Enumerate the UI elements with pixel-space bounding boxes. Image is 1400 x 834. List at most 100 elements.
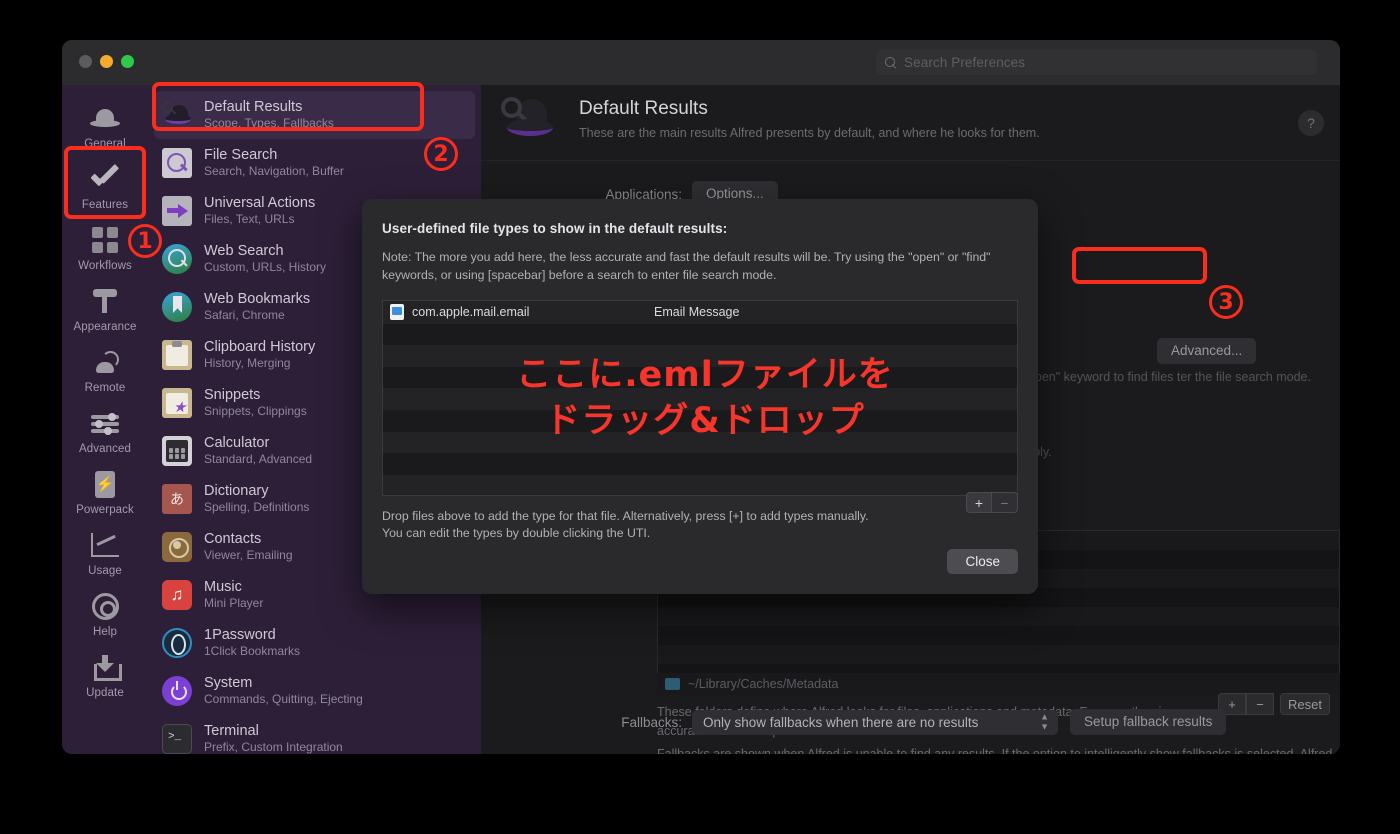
feature-title: 1Password — [204, 627, 276, 644]
remove-uti-button[interactable]: − — [992, 492, 1018, 513]
remote-wave-icon — [85, 345, 125, 379]
lifebuoy-icon — [85, 589, 125, 623]
dialog-footer-help-text: Drop files above to add the type for tha… — [382, 508, 869, 541]
help-icon[interactable]: ? — [1298, 110, 1324, 136]
feature-title: Terminal — [204, 723, 259, 740]
table-row[interactable] — [383, 453, 1017, 475]
calculator-icon — [162, 436, 192, 466]
title-bar: Search Preferences — [62, 40, 1340, 85]
table-row[interactable]: com.apple.mail.email Email Message — [383, 300, 1017, 324]
feature-item-terminal[interactable]: Terminal Prefix, Custom Integration — [148, 715, 481, 754]
traffic-lights — [79, 55, 134, 68]
fallbacks-select[interactable]: Only show fallbacks when there are no re… — [692, 709, 1058, 735]
feature-title: Universal Actions — [204, 195, 316, 212]
setup-fallback-results-button[interactable]: Setup fallback results — [1070, 709, 1227, 736]
sidebar-item-label: Help — [92, 626, 118, 638]
uti-toolbar: + − — [966, 492, 1018, 513]
terminal-icon — [162, 724, 192, 754]
feature-subtitle: Safari, Chrome — [204, 307, 285, 322]
1password-icon — [162, 628, 192, 658]
sidebar-item-help[interactable]: Help — [62, 589, 148, 638]
battery-bolt-icon — [85, 467, 125, 501]
music-icon — [162, 580, 192, 610]
annotation-box-advanced — [1072, 247, 1207, 284]
minimize-window-button[interactable] — [100, 55, 113, 68]
dialog-title: User-defined file types to show in the d… — [382, 221, 728, 236]
close-dialog-button[interactable]: Close — [947, 549, 1018, 574]
feature-subtitle: Snippets, Clippings — [204, 403, 307, 418]
sidebar-item-general[interactable]: General — [62, 101, 148, 150]
sidebar-item-label: Workflows — [78, 260, 132, 272]
universal-action-icon — [162, 196, 192, 226]
table-row[interactable] — [383, 323, 1017, 346]
sidebar-item-usage[interactable]: Usage — [62, 528, 148, 577]
document-search-icon — [162, 148, 192, 178]
feature-title: Web Search — [204, 243, 284, 260]
dialog-note: Note: The more you add here, the less ac… — [382, 250, 991, 282]
clipboard-icon — [162, 340, 192, 370]
feature-subtitle: Spelling, Definitions — [204, 499, 310, 514]
feature-item-1password[interactable]: 1Password 1Click Bookmarks — [148, 619, 481, 667]
dictionary-icon — [162, 484, 192, 514]
pane-header: Default Results These are the main resul… — [481, 85, 1340, 161]
chevron-updown-icon: ▲ ▼ — [1040, 711, 1049, 732]
maximize-window-button[interactable] — [121, 55, 134, 68]
sidebar-item-update[interactable]: Update — [62, 650, 148, 699]
feature-subtitle: Standard, Advanced — [204, 451, 313, 466]
sidebar-item-label: Update — [86, 687, 124, 699]
annotation-overlay-text: ここに.emlファイルを ドラッグ&ドロップ — [420, 352, 990, 444]
annotation-number-1: 1 — [128, 224, 162, 258]
fallbacks-label: Fallbacks: — [621, 714, 682, 730]
fallbacks-help-text: Fallbacks are shown when Alfred is unabl… — [657, 747, 1333, 754]
hat-icon — [85, 101, 125, 135]
page-title: Default Results — [579, 98, 708, 119]
power-icon — [162, 676, 192, 706]
folder-icon — [665, 678, 680, 690]
advanced-button[interactable]: Advanced... — [1157, 338, 1257, 365]
annotation-number-2: 2 — [424, 137, 458, 171]
search-preferences-input[interactable]: Search Preferences — [876, 50, 1317, 75]
feature-item-system[interactable]: System Commands, Quitting, Ejecting — [148, 667, 481, 715]
add-uti-button[interactable]: + — [966, 492, 992, 513]
scope-list-item-metadata[interactable]: ~/Library/Caches/Metadata — [657, 673, 1340, 695]
contacts-icon — [162, 532, 192, 562]
sidebar-item-label: Remote — [84, 382, 126, 394]
snippet-icon: ★ — [162, 388, 192, 418]
fallbacks-row: Fallbacks: Only show fallbacks when ther… — [481, 709, 1340, 736]
feature-title: System — [204, 675, 253, 692]
sidebar-item-label: Usage — [88, 565, 122, 577]
annotation-number-3: 3 — [1209, 285, 1243, 319]
globe-search-icon — [162, 244, 192, 274]
feature-title: Snippets — [204, 387, 261, 404]
annotation-box-default-results — [152, 82, 424, 131]
feature-title: Web Bookmarks — [204, 291, 311, 308]
sidebar-item-powerpack[interactable]: Powerpack — [62, 467, 148, 516]
sidebar-item-remote[interactable]: Remote — [62, 345, 148, 394]
grid-icon — [85, 223, 125, 257]
feature-subtitle: Files, Text, URLs — [204, 211, 295, 226]
feature-title: Dictionary — [204, 483, 269, 500]
list-item[interactable] — [658, 645, 1339, 664]
sidebar-item-advanced[interactable]: Advanced — [62, 406, 148, 455]
description-cell: Email Message — [654, 305, 740, 320]
fallbacks-selected-value: Only show fallbacks when there are no re… — [703, 714, 979, 730]
annotation-box-features — [64, 146, 146, 219]
feature-subtitle: History, Merging — [204, 355, 291, 370]
feature-subtitle: Custom, URLs, History — [204, 259, 327, 274]
scope-path-label: ~/Library/Caches/Metadata — [688, 677, 839, 691]
list-item[interactable] — [658, 626, 1339, 645]
feature-title: File Search — [204, 147, 278, 164]
annotation-overlay-line2: ドラッグ&ドロップ — [545, 401, 865, 442]
table-row[interactable] — [383, 474, 1017, 495]
feature-title: Clipboard History — [204, 339, 316, 356]
sidebar-item-appearance[interactable]: Appearance — [62, 284, 148, 333]
close-window-button[interactable] — [79, 55, 92, 68]
hat-search-icon — [499, 93, 559, 151]
screenshot-root: Search Preferences General Features Work… — [0, 0, 1400, 834]
feature-subtitle: Prefix, Custom Integration — [204, 739, 343, 754]
feature-subtitle: Commands, Quitting, Ejecting — [204, 691, 363, 706]
list-item[interactable] — [658, 607, 1339, 626]
line-chart-icon — [85, 528, 125, 562]
paint-roller-icon — [85, 284, 125, 318]
search-placeholder: Search Preferences — [904, 55, 1026, 70]
